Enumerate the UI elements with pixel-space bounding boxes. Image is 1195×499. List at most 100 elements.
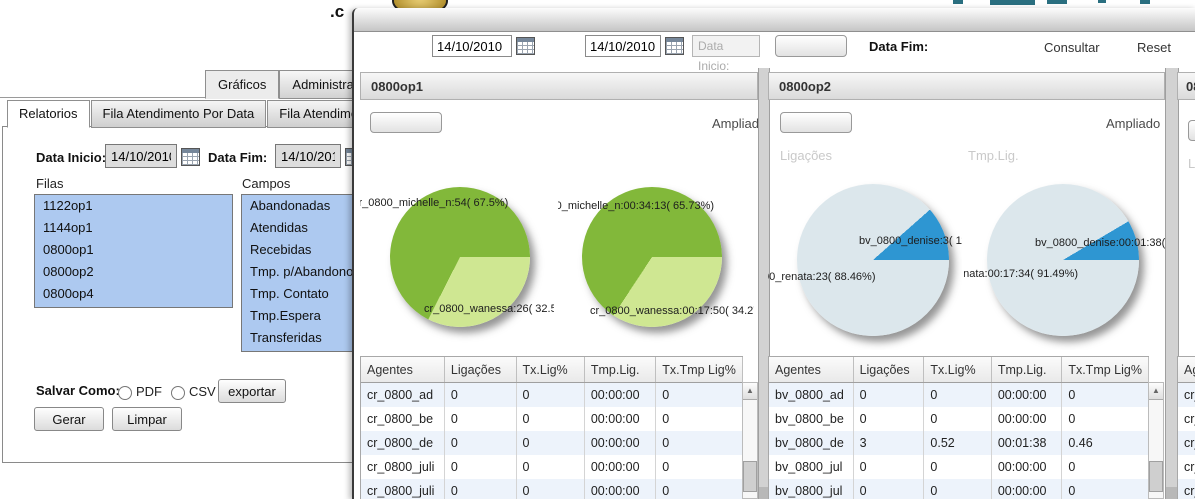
background-fragment xyxy=(1098,0,1106,3)
start-date-input[interactable] xyxy=(432,35,512,57)
column-header[interactable]: Tx.Tmp Lig% xyxy=(655,357,743,383)
calendar-icon[interactable] xyxy=(181,148,200,166)
scrollbar-thumb[interactable] xyxy=(1149,461,1163,492)
table-row[interactable]: bv_0800_ad 0 0 00:00:00 0 xyxy=(769,382,1149,407)
pdf-radio[interactable] xyxy=(118,386,132,400)
table-row[interactable]: cr_ xyxy=(1178,407,1195,431)
list-item[interactable]: Tmp. p/Abandono xyxy=(242,261,354,283)
scroll-up-icon[interactable]: ▲ xyxy=(1149,383,1163,400)
chart-tmplig-0800op1: cr_0800_michelle_n:00:34:13( 65.73%) cr_0… xyxy=(558,100,754,350)
pie-slice-label: bv_0800_denise:3( 11.54%) xyxy=(859,235,962,247)
list-item[interactable]: 0800op1 xyxy=(35,239,232,261)
chart-title: L xyxy=(1188,156,1195,171)
panel-title-0800op2: 0800op2 xyxy=(768,72,1165,100)
chart-ligacoes-0800op2: Ligações bv_0800_denise:3( 11.54%) bv_080… xyxy=(768,100,962,350)
list-item[interactable]: Recebidas xyxy=(242,239,354,261)
panel-title-partial: 08 xyxy=(1177,72,1195,100)
column-header[interactable]: Agentes xyxy=(769,357,854,383)
panel3-button[interactable] xyxy=(1188,120,1195,141)
report-window: Data Inicio: Data Fim: Consultar Reset 0… xyxy=(352,8,1195,499)
background-fragment xyxy=(990,0,1035,5)
panel-title-0800op1: 0800op1 xyxy=(360,72,758,100)
table2-scrollbar[interactable]: ▲ xyxy=(1148,382,1164,499)
data-inicio-input[interactable] xyxy=(105,144,177,168)
list-item[interactable]: Abandonadas xyxy=(242,195,354,217)
table-row[interactable]: cr_ xyxy=(1178,455,1195,479)
campos-listbox[interactable]: Abandonadas Atendidas Recebidas Tmp. p/Aban… xyxy=(241,194,355,352)
table-row[interactable]: cr_0800_ad 0 0 00:00:00 0 xyxy=(361,382,743,407)
list-item[interactable]: 0800op2 xyxy=(35,261,232,283)
pie-slice-label: bv_0800_renata:00:17:34( 91.49%) xyxy=(964,268,1079,280)
filas-listbox[interactable]: 1122op1 1144op1 0800op1 0800op2 0800op4 xyxy=(34,194,233,308)
column-header[interactable]: Agentes xyxy=(361,357,445,383)
table-row[interactable]: cr_ xyxy=(1178,431,1195,455)
tab-fila-atendimento-por-data[interactable]: Fila Atendimento Por Data xyxy=(90,100,267,128)
column-header[interactable]: Ligações xyxy=(853,357,925,383)
column-header[interactable]: Tx.Lig% xyxy=(923,357,992,383)
agents-table-partial: Agcr_cr_cr_cr_cr_ xyxy=(1177,356,1195,499)
table-row[interactable]: cr_ xyxy=(1178,382,1195,407)
background-fragment xyxy=(953,0,963,4)
panel-0800op-partial: 08 L Agcr_cr_cr_cr_cr_ xyxy=(1177,68,1195,499)
data-fim-label: Data Fim: xyxy=(208,150,268,165)
column-header[interactable]: Tmp.Lig. xyxy=(584,357,657,383)
column-header[interactable]: Ligações xyxy=(444,357,517,383)
limpar-button[interactable]: Limpar xyxy=(112,407,182,431)
end-date-input[interactable] xyxy=(585,35,661,57)
table-row[interactable]: bv_0800_de 3 0.52 00:01:38 0.46 xyxy=(769,431,1149,455)
campos-label: Campos xyxy=(242,176,291,191)
list-item[interactable]: 1122op1 xyxy=(35,195,232,217)
table1-scrollbar[interactable]: ▲ xyxy=(742,382,758,499)
pie-slice-label: cr_0800_wanessa:26( 32.5%) xyxy=(424,303,554,315)
consultar-button[interactable]: Consultar xyxy=(1044,40,1100,55)
reset-button[interactable]: Reset xyxy=(1137,40,1171,55)
column-header[interactable]: Tmp.Lig. xyxy=(991,357,1063,383)
data-inicio-disabled-field: Data Inicio: xyxy=(692,35,760,73)
pie-slice-label: cr_0800_wanessa:00:17:50( 34.27%) xyxy=(590,305,754,317)
scrollbar-thumb[interactable] xyxy=(743,461,757,492)
scroll-up-icon[interactable]: ▲ xyxy=(743,383,757,400)
table-row[interactable]: cr_0800_de 0 0 00:00:00 0 xyxy=(361,431,743,455)
table-row[interactable]: bv_0800_jul 0 0 00:00:00 0 xyxy=(769,455,1149,479)
table-row[interactable]: bv_0800_jul 0 0 00:00:00 0 xyxy=(769,479,1149,499)
agents-table-0800op2: Agentes Ligações Tx.Lig% Tmp.Lig. Tx.Tmp Lig… xyxy=(768,356,1149,499)
gerar-button[interactable]: Gerar xyxy=(34,407,104,431)
background-fragment xyxy=(1047,0,1067,4)
chart-title: Ligações xyxy=(780,148,833,163)
salvar-como-label: Salvar Como: xyxy=(36,383,120,398)
list-item[interactable]: 0800op4 xyxy=(35,283,232,305)
table-row[interactable]: cr_0800_be 0 0 00:00:00 0 xyxy=(361,407,743,431)
table-row[interactable]: cr_0800_juli 0 0 00:00:00 0 xyxy=(361,479,743,499)
csv-radio[interactable] xyxy=(171,386,185,400)
list-item[interactable]: Tmp. Contato xyxy=(242,283,354,305)
column-header[interactable]: Tx.Lig% xyxy=(516,357,585,383)
chart-ligacoes-0800op1: cr_0800_michelle_n:54( 67.5%) cr_0800_wan… xyxy=(360,100,554,350)
list-item[interactable]: Transferidas xyxy=(242,327,354,349)
window-titlebar[interactable] xyxy=(354,8,1195,32)
calendar-icon[interactable] xyxy=(516,37,535,55)
column-header[interactable]: Tx.Tmp Lig% xyxy=(1061,357,1149,383)
list-item[interactable]: Atendidas xyxy=(242,217,354,239)
pie-chart xyxy=(987,184,1139,336)
data-fim-input[interactable] xyxy=(275,144,341,168)
calendar-icon[interactable] xyxy=(665,37,684,55)
partial-background-text: .c xyxy=(330,2,345,21)
column-header[interactable]: Ag xyxy=(1178,357,1195,383)
report-tab-bar: Relatorios Fila Atendimento Por Data Fil… xyxy=(7,100,400,128)
csv-radio-label: CSV xyxy=(189,384,216,399)
table-row[interactable]: bv_0800_be 0 0 00:00:00 0 xyxy=(769,407,1149,431)
exportar-button[interactable]: exportar xyxy=(218,379,286,403)
table-row[interactable]: cr_ xyxy=(1178,479,1195,499)
table-row[interactable]: cr_0800_juli 0 0 00:00:00 0 xyxy=(361,455,743,479)
pie-slice-label: bv_0800_renata:23( 88.46%) xyxy=(768,271,876,283)
tab-relatorios[interactable]: Relatorios xyxy=(7,100,90,128)
chart-tmplig-0800op2: Tmp.Lig. bv_0800_denise:00:01:38( 8.51%)… xyxy=(964,100,1165,350)
agents-table-0800op1: Agentes Ligações Tx.Lig% Tmp.Lig. Tx.Tmp Lig… xyxy=(360,356,743,499)
toolbar-data-fim-label: Data Fim: xyxy=(869,39,929,54)
empty-field[interactable] xyxy=(775,35,847,57)
list-item[interactable]: Tmp.Espera xyxy=(242,305,354,327)
data-inicio-label: Data Inicio: xyxy=(36,150,107,165)
tab-graficos[interactable]: Gráficos xyxy=(205,70,280,99)
background-fragment xyxy=(1140,0,1150,4)
list-item[interactable]: 1144op1 xyxy=(35,217,232,239)
